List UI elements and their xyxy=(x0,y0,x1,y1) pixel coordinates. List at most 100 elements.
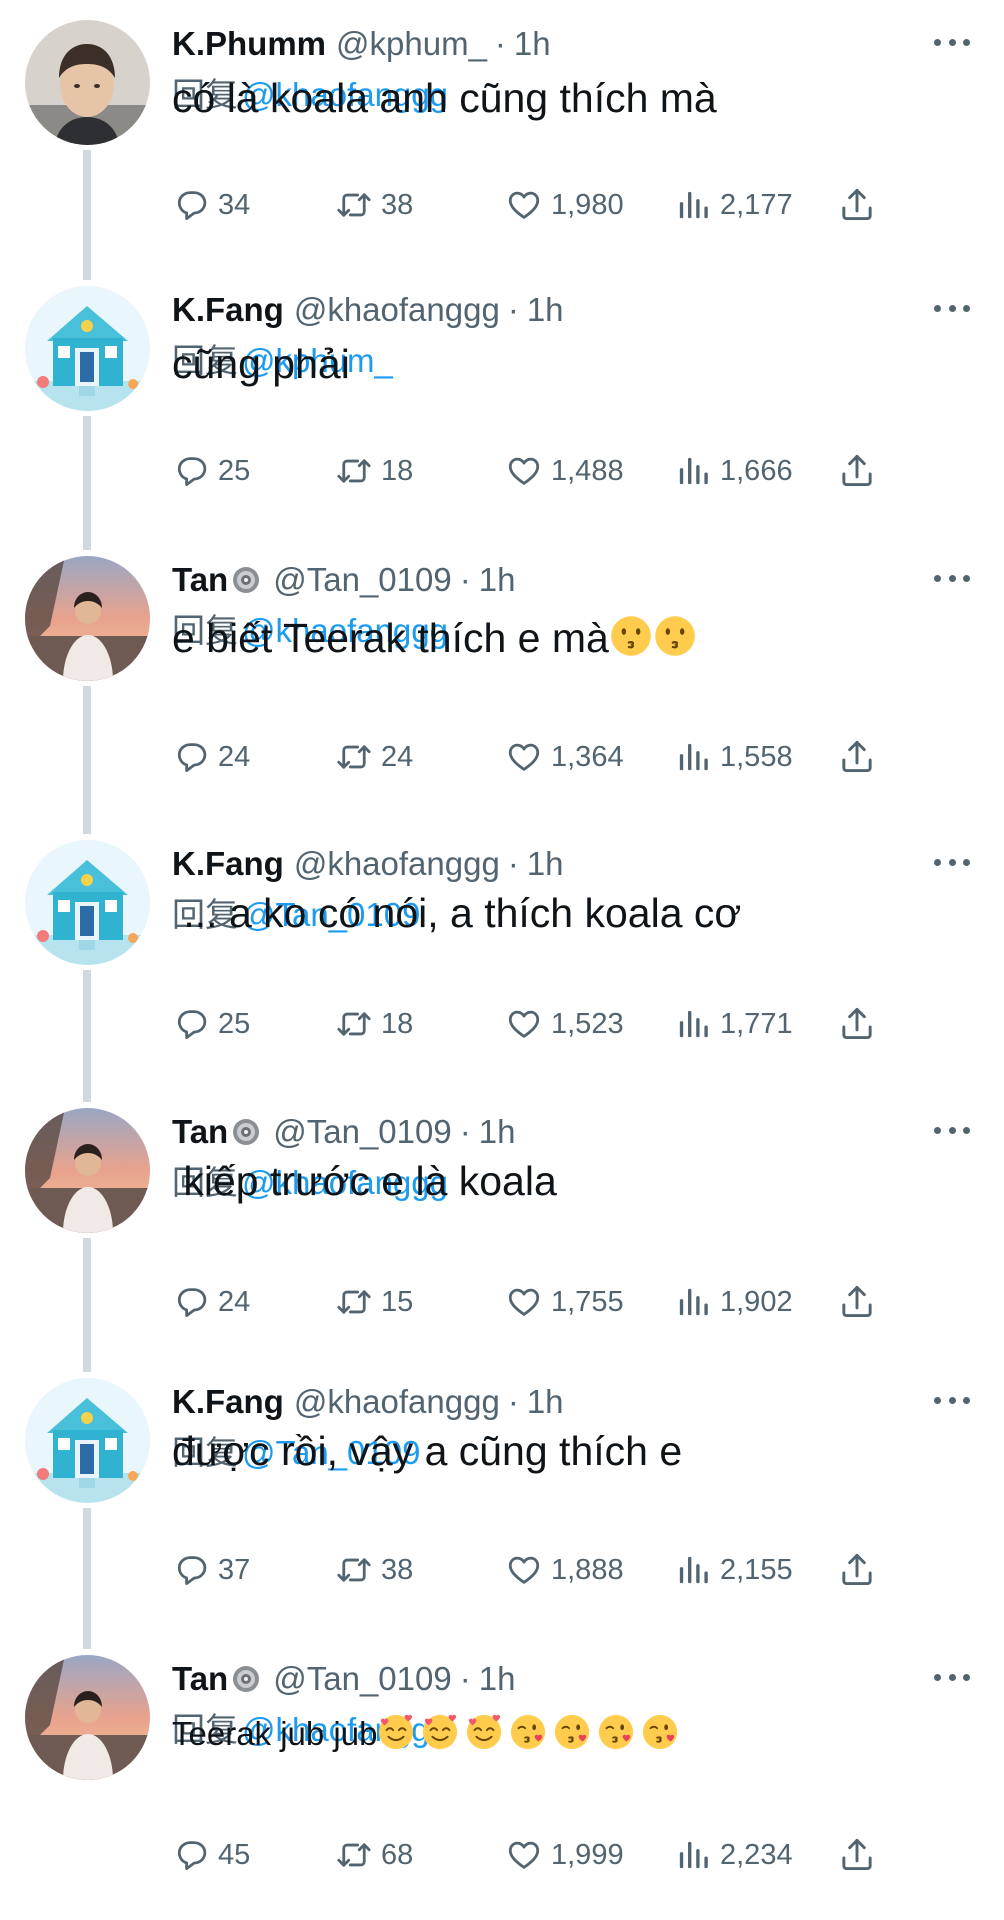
share-button[interactable] xyxy=(838,183,876,227)
share-button[interactable] xyxy=(838,735,876,779)
timestamp[interactable]: 1h xyxy=(479,1660,516,1698)
reply-button[interactable]: 25 xyxy=(172,449,250,493)
avatar[interactable] xyxy=(25,20,150,145)
display-name[interactable]: Tan xyxy=(172,561,228,599)
face-blowing-kiss-emoji xyxy=(641,1713,679,1751)
tweet[interactable]: K.Fang @khaofanggg · 1h 回复 @Tan_0109 được… xyxy=(0,1378,1004,1620)
retweet-count: 18 xyxy=(381,454,414,487)
face-blowing-kiss-emoji xyxy=(509,1713,547,1751)
display-name[interactable]: Tan xyxy=(172,1113,228,1151)
view-count: 1,771 xyxy=(720,1007,793,1040)
like-button[interactable]: 1,980 xyxy=(505,183,624,227)
heart-icon xyxy=(505,1005,551,1043)
reply-icon xyxy=(172,1551,218,1589)
timestamp[interactable]: 1h xyxy=(527,845,564,883)
retweet-button[interactable]: 18 xyxy=(335,1002,413,1046)
avatar[interactable] xyxy=(25,1378,150,1503)
reply-button[interactable]: 24 xyxy=(172,735,250,779)
retweet-button[interactable]: 15 xyxy=(335,1280,413,1324)
tweet-text-content: cũng phải xyxy=(172,341,350,387)
reply-icon xyxy=(172,1283,218,1321)
username[interactable]: @kphum_ xyxy=(336,25,487,63)
username[interactable]: @Tan_0109 xyxy=(273,561,451,599)
tweet[interactable]: Tan @Tan_0109 · 1h 回复 @khaofanggg e biết … xyxy=(0,556,1004,807)
retweet-button[interactable]: 38 xyxy=(335,183,413,227)
timestamp[interactable]: 1h xyxy=(514,25,551,63)
more-options-icon[interactable] xyxy=(934,1388,970,1412)
smiling-face-with-hearts-emoji xyxy=(377,1713,415,1751)
display-name[interactable]: K.Phumm xyxy=(172,25,326,63)
avatar[interactable] xyxy=(25,1108,150,1233)
views-button[interactable]: 1,771 xyxy=(674,1002,793,1046)
username[interactable]: @Tan_0109 xyxy=(273,1660,451,1698)
share-button[interactable] xyxy=(838,1280,876,1324)
separator-dot: · xyxy=(507,291,519,328)
like-button[interactable]: 1,488 xyxy=(505,449,624,493)
username[interactable]: @khaofanggg xyxy=(294,845,500,883)
separator-dot: · xyxy=(507,845,519,882)
reply-icon xyxy=(172,186,218,224)
timestamp[interactable]: 1h xyxy=(479,1113,516,1151)
avatar[interactable] xyxy=(25,286,150,411)
avatar[interactable] xyxy=(25,556,150,681)
analytics-icon xyxy=(674,1005,720,1043)
retweet-button[interactable]: 24 xyxy=(335,735,413,779)
share-button[interactable] xyxy=(838,1002,876,1046)
tweet[interactable]: Tan @Tan_0109 · 1h 回复 @khaofanggg kiếp tr… xyxy=(0,1108,1004,1352)
timestamp[interactable]: 1h xyxy=(479,561,516,599)
tweet-text: cũng phải xyxy=(172,341,350,388)
more-options-icon[interactable] xyxy=(934,1665,970,1689)
reply-button[interactable]: 25 xyxy=(172,1002,250,1046)
share-button[interactable] xyxy=(838,1548,876,1592)
reply-button[interactable]: 37 xyxy=(172,1548,250,1592)
display-name[interactable]: K.Fang xyxy=(172,291,284,329)
display-name[interactable]: Tan xyxy=(172,1660,228,1698)
tweet-text: có là koala anh cũng thích mà xyxy=(172,75,717,122)
share-icon xyxy=(838,738,876,776)
tweet[interactable]: K.Fang @khaofanggg · 1h 回复 @Tan_0109 ... … xyxy=(0,840,1004,1074)
retweet-icon xyxy=(335,1551,381,1589)
more-options-icon[interactable] xyxy=(934,1118,970,1142)
views-button[interactable]: 2,177 xyxy=(674,183,793,227)
retweet-button[interactable]: 18 xyxy=(335,449,413,493)
like-count: 1,980 xyxy=(551,188,624,221)
more-options-icon[interactable] xyxy=(934,30,970,54)
retweet-icon xyxy=(335,738,381,776)
tweet-actions: 24 24 1,364 1,558 xyxy=(172,735,892,779)
display-name[interactable]: K.Fang xyxy=(172,1383,284,1421)
share-button[interactable] xyxy=(838,449,876,493)
views-button[interactable]: 2,155 xyxy=(674,1548,793,1592)
username[interactable]: @khaofanggg xyxy=(294,1383,500,1421)
retweet-button[interactable]: 68 xyxy=(335,1833,413,1877)
reply-button[interactable]: 34 xyxy=(172,183,250,227)
views-button[interactable]: 1,666 xyxy=(674,449,793,493)
like-button[interactable]: 1,523 xyxy=(505,1002,624,1046)
tweet[interactable]: K.Fang @khaofanggg · 1h 回复 @kphum_ cũng p… xyxy=(0,286,1004,521)
like-button[interactable]: 1,755 xyxy=(505,1280,624,1324)
tweet-header: K.Phumm @kphum_ · 1h xyxy=(172,22,551,66)
display-name[interactable]: K.Fang xyxy=(172,845,284,883)
username[interactable]: @Tan_0109 xyxy=(273,1113,451,1151)
like-button[interactable]: 1,364 xyxy=(505,735,624,779)
avatar[interactable] xyxy=(25,840,150,965)
like-button[interactable]: 1,999 xyxy=(505,1833,624,1877)
reply-button[interactable]: 45 xyxy=(172,1833,250,1877)
views-button[interactable]: 1,558 xyxy=(674,735,793,779)
tweet[interactable]: K.Phumm @kphum_ · 1h 回复 @khaofanggg có là… xyxy=(0,20,1004,255)
username[interactable]: @khaofanggg xyxy=(294,291,500,329)
like-button[interactable]: 1,888 xyxy=(505,1548,624,1592)
reply-button[interactable]: 24 xyxy=(172,1280,250,1324)
timestamp[interactable]: 1h xyxy=(527,291,564,329)
timestamp[interactable]: 1h xyxy=(527,1383,564,1421)
retweet-icon xyxy=(335,452,381,490)
tweet[interactable]: Tan @Tan_0109 · 1h 回复 @khaofanggg Teerak … xyxy=(0,1655,1004,1905)
views-button[interactable]: 2,234 xyxy=(674,1833,793,1877)
retweet-button[interactable]: 38 xyxy=(335,1548,413,1592)
share-button[interactable] xyxy=(838,1833,876,1877)
more-options-icon[interactable] xyxy=(934,850,970,874)
views-button[interactable]: 1,902 xyxy=(674,1280,793,1324)
more-options-icon[interactable] xyxy=(934,296,970,320)
more-options-icon[interactable] xyxy=(934,566,970,590)
avatar[interactable] xyxy=(25,1655,150,1780)
analytics-icon xyxy=(674,186,720,224)
